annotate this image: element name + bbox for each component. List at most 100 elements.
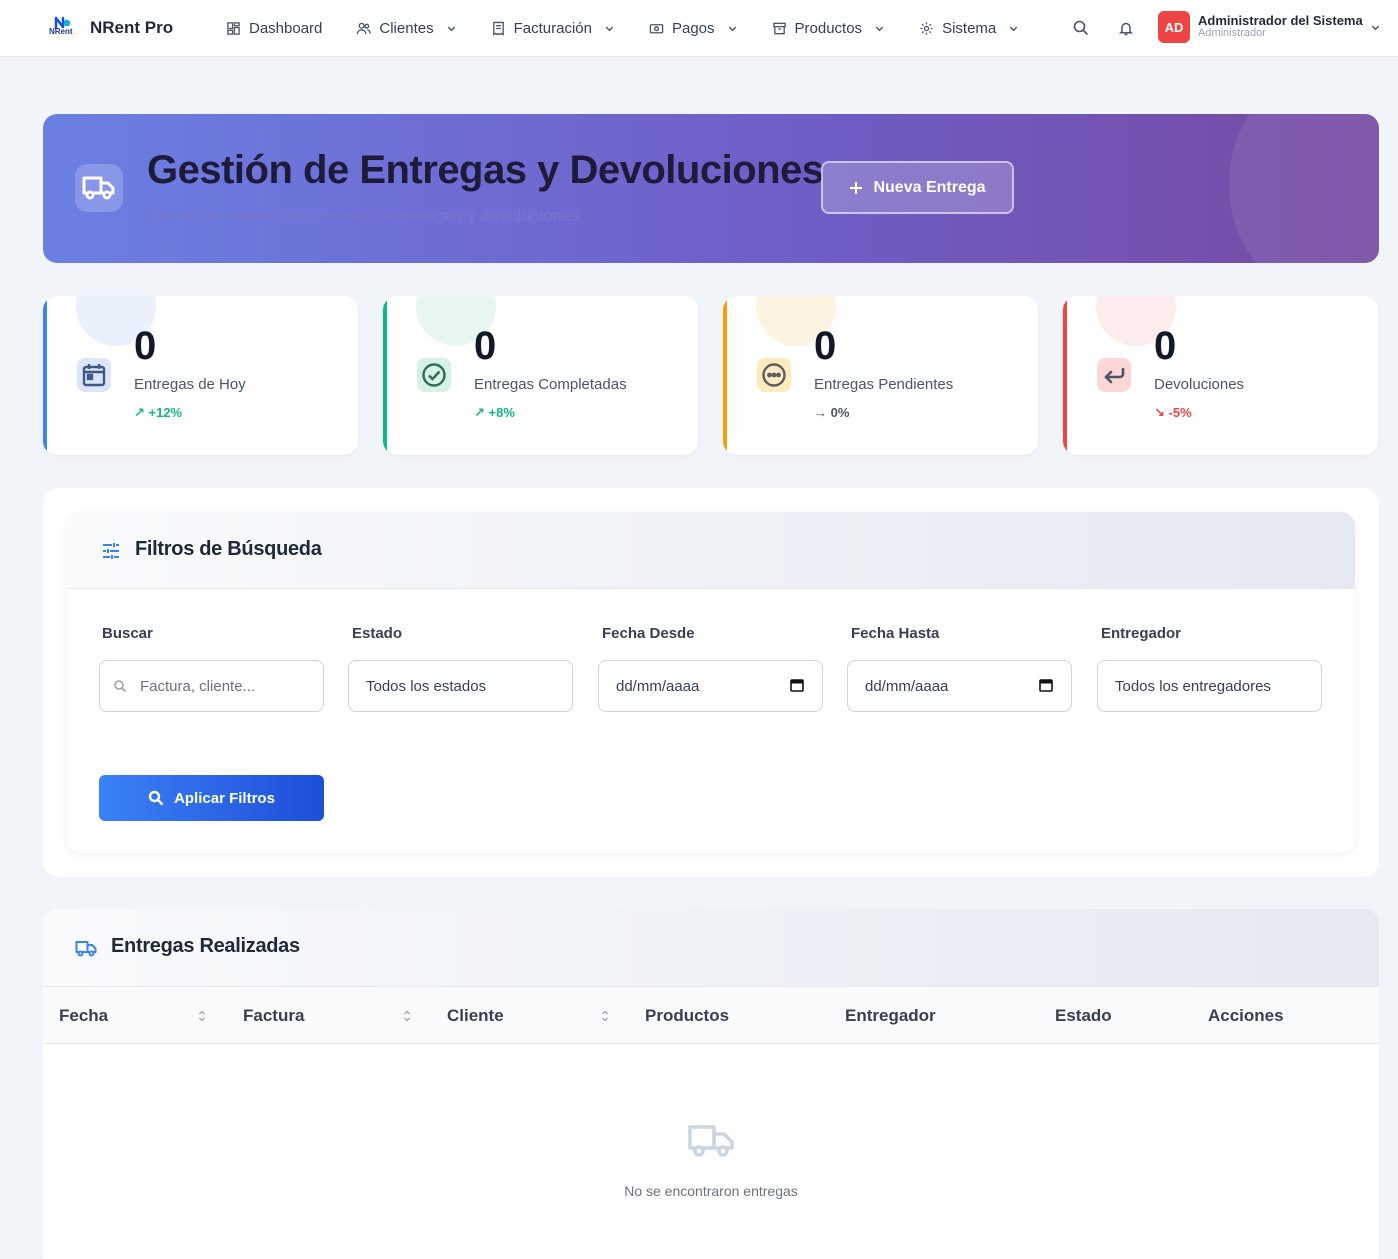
nav-label: Facturación [513,19,592,37]
nav-label: Sistema [942,19,997,37]
apply-filters-button[interactable]: Aplicar Filtros [99,775,324,821]
filters-title: Filtros de Búsqueda [135,538,322,560]
box-icon [772,22,786,34]
chevron-down-icon [605,26,614,31]
stat-label: Entregas Pendientes [814,376,954,393]
search-placeholder: Factura, cliente... [140,677,256,695]
calendar-icon[interactable] [790,678,804,692]
truck-icon [75,164,123,212]
check-circle-icon [417,358,451,392]
deliverer-select[interactable]: Todos los entregadores [1097,660,1322,712]
new-delivery-label: Nueva Entrega [873,178,986,196]
column-header-fecha[interactable]: Fecha [59,1006,108,1026]
nav-item-clientes[interactable]: Clientes [356,20,456,37]
status-select[interactable]: Todos los estados [348,660,573,712]
status-label: Estado [352,625,403,642]
app-name: NRent Pro [90,18,174,37]
date-to-input[interactable]: dd/mm/aaaa [847,660,1072,712]
sort-icon[interactable] [601,1009,609,1023]
nav-label: Clientes [379,19,434,37]
grid-icon [227,21,240,35]
nav-item-dashboard[interactable]: Dashboard [226,20,322,37]
filters-header: Filtros de Búsqueda [67,512,1355,589]
empty-state-message: No se encontraron entregas [624,1183,798,1199]
stat-trend: ↘ -5% [1154,405,1192,420]
stat-value: 0 [134,324,157,368]
calendar-icon[interactable] [1039,678,1053,692]
brand[interactable]: NRent NRent Pro [48,14,173,42]
logo-text: NRent [49,27,73,36]
receipt-icon [492,21,504,36]
new-delivery-button[interactable]: Nueva Entrega [821,161,1014,214]
date-from-label: Fecha Desde [602,625,695,642]
nav-label: Productos [794,19,863,37]
stat-value: 0 [474,324,497,368]
deliverer-value: Todos los entregadores [1115,677,1271,695]
table-column-headers: Fecha Factura Cliente Productos Entregad… [43,986,1379,1044]
user-menu[interactable]: AD Administrador del Sistema Administrad… [1158,11,1380,43]
stat-label: Entregas Completadas [474,376,627,393]
truck-icon [688,1125,734,1157]
stat-value: 0 [1154,324,1177,368]
avatar: AD [1158,11,1190,43]
table-header: Entregas Realizadas [43,909,1379,986]
filters-card: Filtros de Búsqueda Buscar Factura, clie… [67,512,1355,853]
page-subtitle: Control completo del proceso de entregas… [147,206,580,225]
column-header-factura[interactable]: Factura [243,1006,304,1026]
nav-item-sistema[interactable]: Sistema [919,20,1019,37]
stat-card-pending: 0 Entregas Pendientes → 0% [723,296,1038,455]
stat-card-today: 0 Entregas de Hoy ↗ +12% [43,296,358,455]
cash-icon [649,23,664,33]
stat-card-returns: 0 Devoluciones ↘ -5% [1063,296,1378,455]
date-from-input[interactable]: dd/mm/aaaa [598,660,823,712]
stat-trend: ↗ +12% [134,405,183,420]
nav-item-pagos[interactable]: Pagos [649,20,738,37]
column-header-cliente[interactable]: Cliente [447,1006,504,1026]
search-input[interactable]: Factura, cliente... [99,660,324,712]
sort-icon[interactable] [403,1009,411,1023]
sliders-icon [103,543,119,559]
decorative-circle [1229,114,1379,263]
gear-icon [920,21,933,35]
deliveries-table-card: Entregas Realizadas Fecha Factura Client… [43,909,1379,1259]
user-name: Administrador del Sistema [1198,13,1363,28]
table-title: Entregas Realizadas [111,935,300,957]
filters-section: Filtros de Búsqueda Buscar Factura, clie… [43,488,1379,877]
nav-label: Dashboard [249,19,323,37]
bell-icon[interactable] [1117,19,1135,37]
chevron-down-icon [728,26,736,31]
apply-filters-label: Aplicar Filtros [174,789,275,807]
more-circle-icon [757,358,791,392]
stat-value: 0 [814,324,837,368]
truck-icon [75,941,97,957]
status-value: Todos los estados [366,677,487,695]
stat-trend: → 0% [814,405,850,420]
page-header-banner: Gestión de Entregas y Devoluciones Contr… [43,114,1379,263]
calendar-icon [77,358,111,392]
return-arrow-icon [1097,358,1131,392]
search-icon [114,680,127,693]
column-header-entregador: Entregador [845,1006,936,1025]
nav-label: Pagos [671,19,715,37]
main-nav: Dashboard Clientes Facturación Pagos Pro… [226,0,1053,56]
stat-label: Devoluciones [1154,376,1245,393]
sort-icon[interactable] [198,1009,206,1023]
date-to-label: Fecha Hasta [851,625,940,642]
search-icon[interactable] [1072,19,1090,37]
stat-label: Entregas de Hoy [134,376,246,393]
date-to-value: dd/mm/aaaa [865,677,949,695]
deliverer-label: Entregador [1101,625,1182,642]
stat-trend: ↗ +8% [474,405,515,420]
chevron-down-icon [447,26,455,31]
page-title: Gestión de Entregas y Devoluciones [147,148,824,192]
date-from-value: dd/mm/aaaa [616,677,700,695]
users-icon [357,22,372,34]
nav-item-facturacion[interactable]: Facturación [491,20,615,37]
app-logo: NRent [48,14,76,42]
search-icon [148,790,164,806]
stat-card-completed: 0 Entregas Completadas ↗ +8% [383,296,698,455]
user-role: Administrador [1198,27,1266,39]
chevron-down-icon [1371,25,1380,31]
plus-icon [850,181,863,194]
nav-item-productos[interactable]: Productos [772,20,886,37]
